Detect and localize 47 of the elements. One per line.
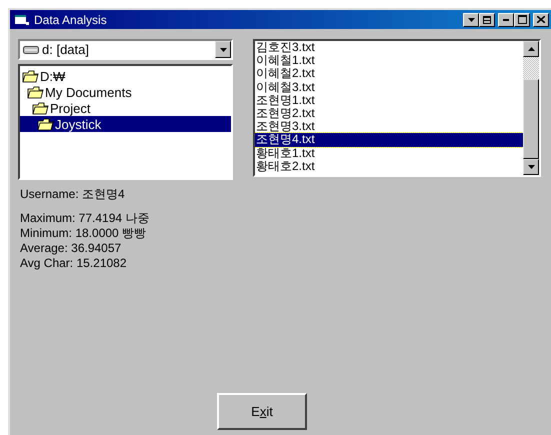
statistic-label: Avg Char: 15.21082: [20, 256, 128, 271]
folder-icon: [27, 86, 44, 98]
folder-icon: [22, 70, 39, 82]
statistic-label: Minimum: 18.0000 빵빵: [20, 226, 148, 241]
file-item[interactable]: 김호진3.txt: [255, 41, 523, 54]
drive-dropdown[interactable]: d: [data]: [18, 39, 233, 60]
window-icon: [14, 12, 30, 26]
maximize-button[interactable]: [514, 12, 530, 26]
file-list[interactable]: 김호진3.txt 이혜철1.txt 이혜철2.txt 이혜철3.txt 조현명1.txt 조현명2.txt 조현명3.txt 조현명4.txt 황태호1.txt 황태호2.txt: [253, 39, 541, 177]
folder-item[interactable]: Project: [20, 100, 231, 116]
scroll-up-button[interactable]: [523, 41, 539, 57]
folder-item[interactable]: My Documents: [20, 84, 231, 100]
username-label: Username: 조현명4: [20, 186, 126, 203]
statistic-label: Maximum: 77.4194 나중: [20, 211, 150, 226]
file-item[interactable]: 조현명1.txt: [255, 94, 523, 108]
restore-icon: [483, 16, 491, 24]
file-item[interactable]: 조현명3.txt: [255, 120, 523, 134]
caret-icon: [220, 48, 226, 52]
scroll-thumb[interactable]: [523, 79, 539, 159]
up-arrow-icon: [528, 47, 534, 51]
down-arrow-icon: [528, 165, 534, 169]
scroll-down-button[interactable]: [523, 159, 539, 175]
caret-icon: [468, 18, 474, 22]
folder-icon: [37, 118, 54, 130]
close-icon: [537, 16, 545, 23]
file-item[interactable]: 조현명2.txt: [255, 107, 523, 120]
menu-button[interactable]: [463, 12, 479, 26]
window-title: Data Analysis: [34, 12, 108, 26]
file-item[interactable]: 황태호1.txt: [255, 146, 523, 160]
folder-item[interactable]: Joystick: [20, 116, 231, 132]
file-item[interactable]: 이혜철2.txt: [255, 67, 523, 81]
file-item[interactable]: 황태호2.txt: [255, 160, 523, 174]
folder-item[interactable]: D:₩: [20, 68, 231, 84]
statistic-label: Average: 36.94057: [20, 241, 122, 256]
restore-button[interactable]: [479, 12, 495, 26]
close-button[interactable]: [533, 12, 549, 26]
folder-icon: [32, 102, 49, 114]
file-item[interactable]: 조현명4.txt: [255, 133, 523, 147]
scrollbar[interactable]: [523, 41, 539, 175]
exit-button[interactable]: Exit: [217, 393, 307, 430]
minimize-button[interactable]: [498, 12, 514, 26]
drive-icon: [23, 44, 39, 54]
maximize-icon: [518, 15, 526, 24]
file-item[interactable]: 이혜철1.txt: [255, 54, 523, 68]
minimize-icon: [503, 18, 509, 20]
folder-list[interactable]: D:₩ My Documents Project Joystick: [18, 64, 233, 180]
file-item[interactable]: 이혜철3.txt: [255, 80, 523, 94]
